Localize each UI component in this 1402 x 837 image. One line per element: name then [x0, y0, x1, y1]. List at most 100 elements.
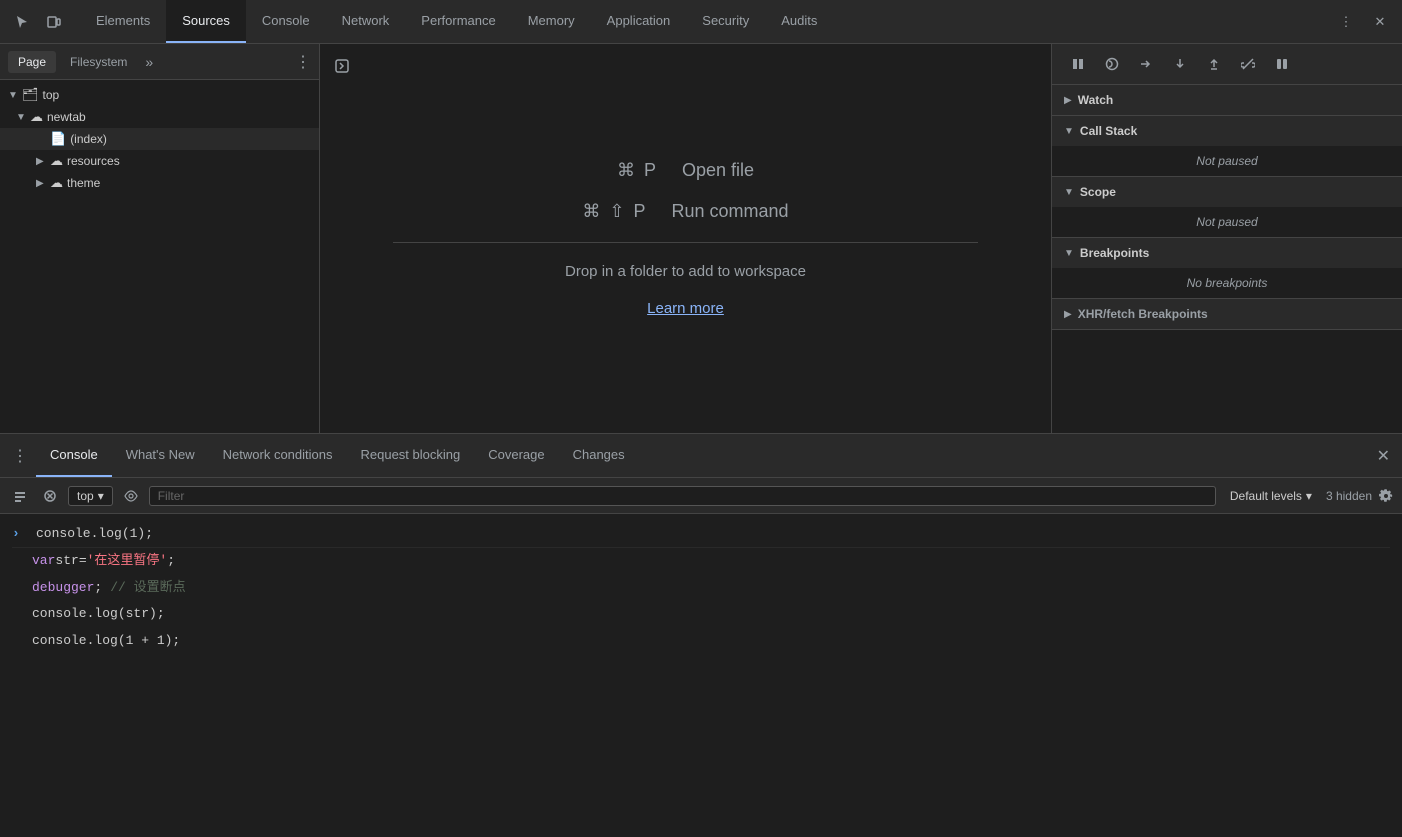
clear-console-icon[interactable] — [38, 484, 62, 508]
tab-elements[interactable]: Elements — [80, 0, 166, 43]
left-panel: Page Filesystem » ⋮ ▼ 🗂 top ▼ ☁ — [0, 44, 320, 433]
tree-item-resources[interactable]: ▶ ☁ resources — [0, 150, 319, 172]
left-panel-tabs: Page Filesystem » ⋮ — [0, 44, 319, 80]
bottom-panel: ⋮ Console What's New Network conditions … — [0, 434, 1402, 837]
top-bar-right-icons: ⋮ ✕ — [1332, 8, 1394, 36]
tree-item-index[interactable]: 📄 (index) — [0, 128, 319, 150]
xhrfetch-header[interactable]: ▶ XHR/fetch Breakpoints — [1052, 299, 1402, 329]
scope-header[interactable]: ▼ Scope — [1052, 177, 1402, 207]
tab-page[interactable]: Page — [8, 51, 56, 73]
bottom-tab-networkconditions[interactable]: Network conditions — [209, 434, 347, 477]
context-dropdown-arrow: ▾ — [98, 489, 104, 503]
open-file-label: Open file — [682, 160, 754, 181]
panel-back-button[interactable] — [328, 52, 356, 80]
file-tree: ▼ 🗂 top ▼ ☁ newtab 📄 (index) — [0, 80, 319, 433]
pause-icon[interactable] — [1064, 50, 1092, 78]
device-icon[interactable] — [40, 8, 68, 36]
learn-more-link[interactable]: Learn more — [647, 300, 724, 317]
separator — [393, 242, 978, 243]
tab-sources[interactable]: Sources — [166, 0, 246, 43]
tab-security[interactable]: Security — [686, 0, 765, 43]
bottom-tab-whatsnew[interactable]: What's New — [112, 434, 209, 477]
console-line-4: console.log(str); — [12, 601, 1390, 628]
scope-content: Not paused — [1052, 207, 1402, 237]
breakpoints-arrow: ▼ — [1064, 248, 1074, 259]
tree-item-top[interactable]: ▼ 🗂 top — [0, 84, 319, 106]
code-debugger-semi: ; — [94, 578, 102, 599]
close-devtools-icon[interactable]: ✕ — [1366, 8, 1394, 36]
tab-network[interactable]: Network — [326, 0, 406, 43]
code-debugger-comment: // 设置断点 — [110, 578, 185, 599]
center-panel: ⌘ P Open file ⌘ ⇧ P Run command Drop in … — [320, 44, 1052, 433]
step-over-icon[interactable] — [1132, 50, 1160, 78]
step-into-icon[interactable] — [1166, 50, 1194, 78]
tree-item-newtab[interactable]: ▼ ☁ newtab — [0, 106, 319, 128]
bottom-tab-console[interactable]: Console — [36, 434, 112, 477]
tab-audits[interactable]: Audits — [765, 0, 833, 43]
callstack-section: ▼ Call Stack Not paused — [1052, 116, 1402, 177]
console-toolbar: top ▾ Default levels ▾ 3 hidden — [0, 478, 1402, 514]
top-bar: Elements Sources Console Network Perform… — [0, 0, 1402, 44]
console-prompt-1: › — [12, 524, 28, 545]
tab-filesystem[interactable]: Filesystem — [60, 51, 137, 73]
tab-memory[interactable]: Memory — [512, 0, 591, 43]
panel-chevron-icon[interactable]: » — [145, 54, 153, 70]
upper-section: Page Filesystem » ⋮ ▼ 🗂 top ▼ ☁ — [0, 44, 1402, 434]
cloud-icon-newtab: ☁ — [30, 109, 43, 125]
tree-arrow-theme: ▶ — [36, 178, 46, 189]
code-var-semi: ; — [167, 551, 175, 572]
tab-performance[interactable]: Performance — [405, 0, 511, 43]
deactivate-breakpoints-icon[interactable] — [1234, 50, 1262, 78]
cloud-icon-resources: ☁ — [50, 153, 63, 169]
hidden-count: 3 hidden — [1326, 489, 1372, 503]
main-layout: Page Filesystem » ⋮ ▼ 🗂 top ▼ ☁ — [0, 44, 1402, 837]
file-icon-index: 📄 — [50, 131, 66, 147]
panel-menu-icon[interactable]: ⋮ — [295, 52, 311, 72]
tab-application[interactable]: Application — [591, 0, 687, 43]
pause-on-exceptions-icon[interactable] — [1268, 50, 1296, 78]
console-line-5: console.log(1 + 1); — [12, 628, 1390, 655]
drop-folder-text: Drop in a folder to add to workspace — [565, 263, 806, 280]
tree-arrow-resources: ▶ — [36, 156, 46, 167]
bottom-tab-changes[interactable]: Changes — [559, 434, 639, 477]
context-selector[interactable]: top ▾ — [68, 486, 113, 506]
code-var-string: '在这里暂停' — [87, 551, 168, 572]
run-command-action: ⌘ ⇧ P Run command — [582, 201, 788, 222]
more-tools-icon[interactable]: ⋮ — [1332, 8, 1360, 36]
right-panel: ▶ Watch ▼ Call Stack Not paused ▼ Scope — [1052, 44, 1402, 433]
tree-arrow-newtab: ▼ — [16, 112, 26, 123]
tab-console[interactable]: Console — [246, 0, 326, 43]
callstack-content: Not paused — [1052, 146, 1402, 176]
scope-section: ▼ Scope Not paused — [1052, 177, 1402, 238]
eye-icon[interactable] — [119, 484, 143, 508]
code-log-add: console.log(1 + 1); — [32, 631, 180, 652]
bottom-tab-menu-icon[interactable]: ⋮ — [4, 438, 36, 474]
console-line-1: › console.log(1); — [12, 522, 1390, 548]
filter-input[interactable] — [149, 486, 1216, 506]
show-drawer-icon[interactable] — [8, 484, 32, 508]
tree-arrow-top: ▼ — [8, 90, 18, 101]
open-file-action: ⌘ P Open file — [617, 160, 754, 181]
callstack-header[interactable]: ▼ Call Stack — [1052, 116, 1402, 146]
breakpoints-header[interactable]: ▼ Breakpoints — [1052, 238, 1402, 268]
console-output: › console.log(1); var str = '在这里暂停' ; de… — [0, 514, 1402, 837]
tree-item-theme[interactable]: ▶ ☁ theme — [0, 172, 319, 194]
step-out-icon[interactable] — [1200, 50, 1228, 78]
bottom-tab-requestblocking[interactable]: Request blocking — [346, 434, 474, 477]
bottom-tabs-bar: ⋮ Console What's New Network conditions … — [0, 434, 1402, 478]
breakpoints-section: ▼ Breakpoints No breakpoints — [1052, 238, 1402, 299]
watch-header[interactable]: ▶ Watch — [1052, 85, 1402, 115]
folder-icon: 🗂 — [22, 87, 39, 103]
top-bar-left-icons — [8, 8, 68, 36]
settings-icon[interactable] — [1378, 488, 1394, 504]
run-command-shortcut: ⌘ ⇧ P — [582, 201, 647, 222]
code-var-keyword: var — [32, 551, 55, 572]
code-line-1: console.log(1); — [36, 524, 153, 545]
cursor-icon[interactable] — [8, 8, 36, 36]
bottom-tab-coverage[interactable]: Coverage — [474, 434, 558, 477]
breakpoints-content: No breakpoints — [1052, 268, 1402, 298]
bottom-panel-close-icon[interactable]: ✕ — [1369, 438, 1398, 474]
resume-icon[interactable] — [1098, 50, 1126, 78]
levels-selector[interactable]: Default levels ▾ — [1222, 487, 1320, 505]
xhrfetch-section: ▶ XHR/fetch Breakpoints — [1052, 299, 1402, 330]
